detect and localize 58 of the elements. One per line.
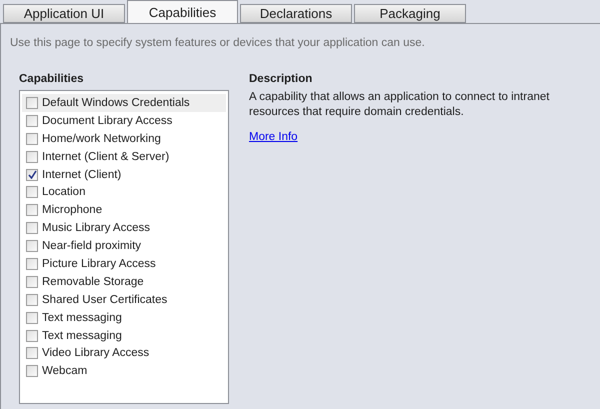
capabilities-heading: Capabilities — [19, 73, 85, 85]
description-text: A capability that allows an application to connect to intranet resources that require domain credentials. — [249, 90, 550, 120]
checkbox[interactable] — [26, 258, 38, 270]
checkbox[interactable] — [26, 204, 38, 216]
tab[interactable]: Declarations — [240, 4, 352, 23]
checkbox[interactable] — [26, 276, 38, 288]
capability-item[interactable]: Music Library Access — [22, 219, 226, 238]
capability-item[interactable]: Text messaging — [22, 326, 226, 344]
capability-item[interactable]: Default Windows Credentials — [22, 94, 226, 112]
tab[interactable]: Packaging — [354, 4, 466, 23]
checkbox[interactable] — [26, 150, 38, 163]
capability-item[interactable]: Near-field proximity — [22, 237, 226, 256]
capability-label: Removable Storage — [42, 276, 144, 288]
checkbox[interactable] — [26, 330, 38, 342]
capability-item[interactable]: Video Library Access — [22, 344, 226, 362]
capability-label: Location — [42, 186, 86, 198]
capability-item[interactable]: Document Library Access — [22, 112, 226, 130]
capability-item[interactable]: Text messaging — [22, 308, 226, 327]
capability-item[interactable]: Location — [22, 183, 226, 202]
capability-label: Microphone — [42, 204, 102, 216]
checkbox[interactable] — [26, 222, 38, 234]
capability-label: Home/work Networking — [42, 132, 161, 145]
capability-item[interactable]: Internet (Client) — [22, 166, 226, 184]
checkbox[interactable] — [26, 240, 38, 252]
checkbox[interactable] — [26, 294, 38, 306]
capability-label: Internet (Client & Server) — [42, 150, 170, 163]
checkbox[interactable] — [26, 96, 38, 109]
capability-label: Internet (Client) — [42, 168, 122, 180]
capability-label: Music Library Access — [42, 222, 150, 234]
checkmark-icon — [28, 170, 36, 179]
intro-text: Use this page to specify system features or devices that your application can use. — [10, 37, 426, 49]
capability-label: Video Library Access — [42, 347, 150, 360]
tab[interactable]: Capabilities — [127, 0, 238, 23]
capability-label: Default Windows Credentials — [42, 96, 190, 109]
checkbox[interactable] — [26, 312, 38, 324]
capability-label: Near-field proximity — [42, 240, 142, 252]
capability-item[interactable]: Home/work Networking — [22, 130, 226, 148]
checkbox[interactable] — [26, 186, 38, 198]
capability-label: Webcam — [42, 365, 88, 378]
capability-item[interactable]: Removable Storage — [22, 272, 226, 291]
checkbox[interactable] — [26, 365, 38, 378]
capability-item[interactable]: Picture Library Access — [22, 255, 226, 273]
capability-label: Picture Library Access — [42, 258, 156, 270]
capability-item[interactable]: Microphone — [22, 201, 226, 220]
checkbox[interactable] — [26, 114, 38, 127]
capability-label: Document Library Access — [42, 114, 172, 127]
capability-item[interactable]: Webcam — [22, 362, 226, 380]
checkbox[interactable] — [26, 132, 38, 145]
checkbox[interactable] — [26, 347, 38, 360]
capability-label: Text messaging — [42, 330, 122, 342]
capability-item[interactable]: Internet (Client & Server) — [22, 148, 226, 166]
more-info-link[interactable]: More Info — [249, 131, 298, 143]
capability-item[interactable]: Shared User Certificates — [22, 290, 226, 309]
capability-label: Shared User Certificates — [42, 294, 168, 306]
checkbox[interactable] — [26, 168, 38, 180]
capability-label: Text messaging — [42, 312, 122, 324]
description-heading: Description — [249, 73, 314, 85]
tab[interactable]: Application UI — [3, 4, 125, 23]
